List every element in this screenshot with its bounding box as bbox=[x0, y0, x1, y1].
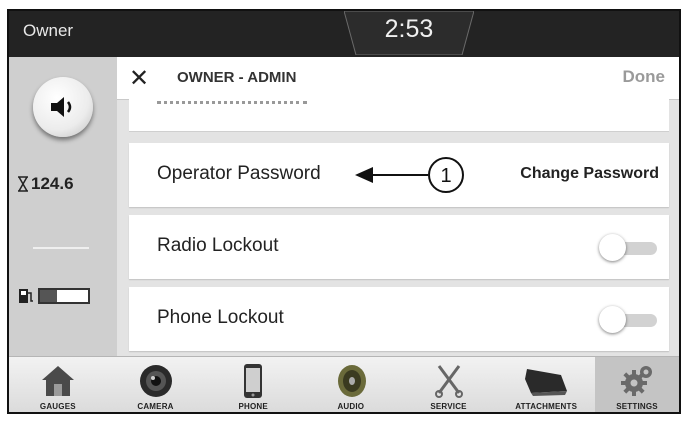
camera-icon bbox=[139, 365, 172, 397]
bucket-icon bbox=[525, 369, 568, 396]
tab-phone[interactable]: PHONE bbox=[204, 357, 302, 412]
callout-number: 1 bbox=[440, 165, 451, 187]
phone-icon bbox=[244, 364, 263, 398]
scrolled-text-fragment bbox=[157, 99, 307, 104]
clock: 2:53 bbox=[384, 15, 434, 43]
display-screen: Owner 2:53 124.6 ✕ OWNER - ADMIN Done Op… bbox=[7, 9, 681, 414]
tab-label: ATTACHMENTS bbox=[515, 402, 578, 411]
row-phone-lockout: Phone Lockout bbox=[129, 287, 669, 351]
tab-attachments[interactable]: ATTACHMENTS bbox=[497, 357, 595, 412]
clock-tab: 2:53 bbox=[344, 11, 474, 55]
tab-label: GAUGES bbox=[39, 402, 76, 411]
done-button[interactable]: Done bbox=[623, 67, 666, 87]
status-bar: Owner 2:53 bbox=[9, 11, 679, 57]
page-title: OWNER - ADMIN bbox=[177, 69, 297, 86]
radio-lockout-label: Radio Lockout bbox=[157, 235, 279, 256]
hour-meter-value: 124.6 bbox=[31, 174, 74, 193]
phone-lockout-label: Phone Lockout bbox=[157, 307, 284, 328]
speaker-icon bbox=[51, 97, 72, 117]
fuel-level-bar bbox=[38, 288, 90, 304]
change-password-button[interactable]: Change Password bbox=[520, 165, 659, 183]
fuel-level-fill bbox=[40, 290, 57, 302]
panel-header: ✕ OWNER - ADMIN Done bbox=[117, 57, 679, 100]
close-icon[interactable]: ✕ bbox=[129, 64, 149, 93]
tab-label: PHONE bbox=[238, 402, 268, 411]
fuel-gauge bbox=[17, 287, 90, 305]
bottom-tab-bar: GAUGES CAMERA PHONE AUDIO SERVICE ATTACH… bbox=[9, 356, 679, 412]
row-operator-password: Operator Password 1 Change Password bbox=[129, 143, 669, 207]
phone-lockout-toggle[interactable] bbox=[599, 306, 657, 333]
tab-label: CAMERA bbox=[137, 402, 174, 411]
tab-label: AUDIO bbox=[337, 402, 365, 411]
left-gauge-column: 124.6 bbox=[9, 57, 117, 356]
gear-icon bbox=[621, 366, 653, 396]
list-item-partial bbox=[129, 99, 669, 132]
toggle-knob bbox=[599, 234, 626, 261]
speaker-icon bbox=[337, 365, 366, 397]
operator-password-label: Operator Password bbox=[157, 163, 321, 184]
profile-name: Owner bbox=[23, 21, 74, 40]
house-icon bbox=[41, 366, 74, 396]
tab-label: SETTINGS bbox=[616, 402, 658, 411]
tab-gauges[interactable]: GAUGES bbox=[9, 357, 107, 412]
divider bbox=[33, 247, 89, 249]
tab-audio[interactable]: AUDIO bbox=[302, 357, 400, 412]
tab-label: SERVICE bbox=[430, 402, 467, 411]
fuel-pump-icon bbox=[19, 289, 33, 303]
row-radio-lockout: Radio Lockout bbox=[129, 215, 669, 279]
radio-lockout-toggle[interactable] bbox=[599, 234, 657, 261]
tab-camera[interactable]: CAMERA bbox=[107, 357, 205, 412]
toggle-knob bbox=[599, 306, 626, 333]
settings-panel: ✕ OWNER - ADMIN Done Operator Password 1… bbox=[117, 57, 679, 356]
callout-arrow: 1 bbox=[355, 157, 464, 193]
hour-meter: 124.6 bbox=[17, 174, 74, 194]
volume-button[interactable] bbox=[33, 77, 93, 137]
tab-settings[interactable]: SETTINGS bbox=[595, 357, 679, 412]
tools-icon bbox=[434, 365, 463, 398]
tab-service[interactable]: SERVICE bbox=[400, 357, 498, 412]
hourglass-icon bbox=[18, 176, 28, 192]
